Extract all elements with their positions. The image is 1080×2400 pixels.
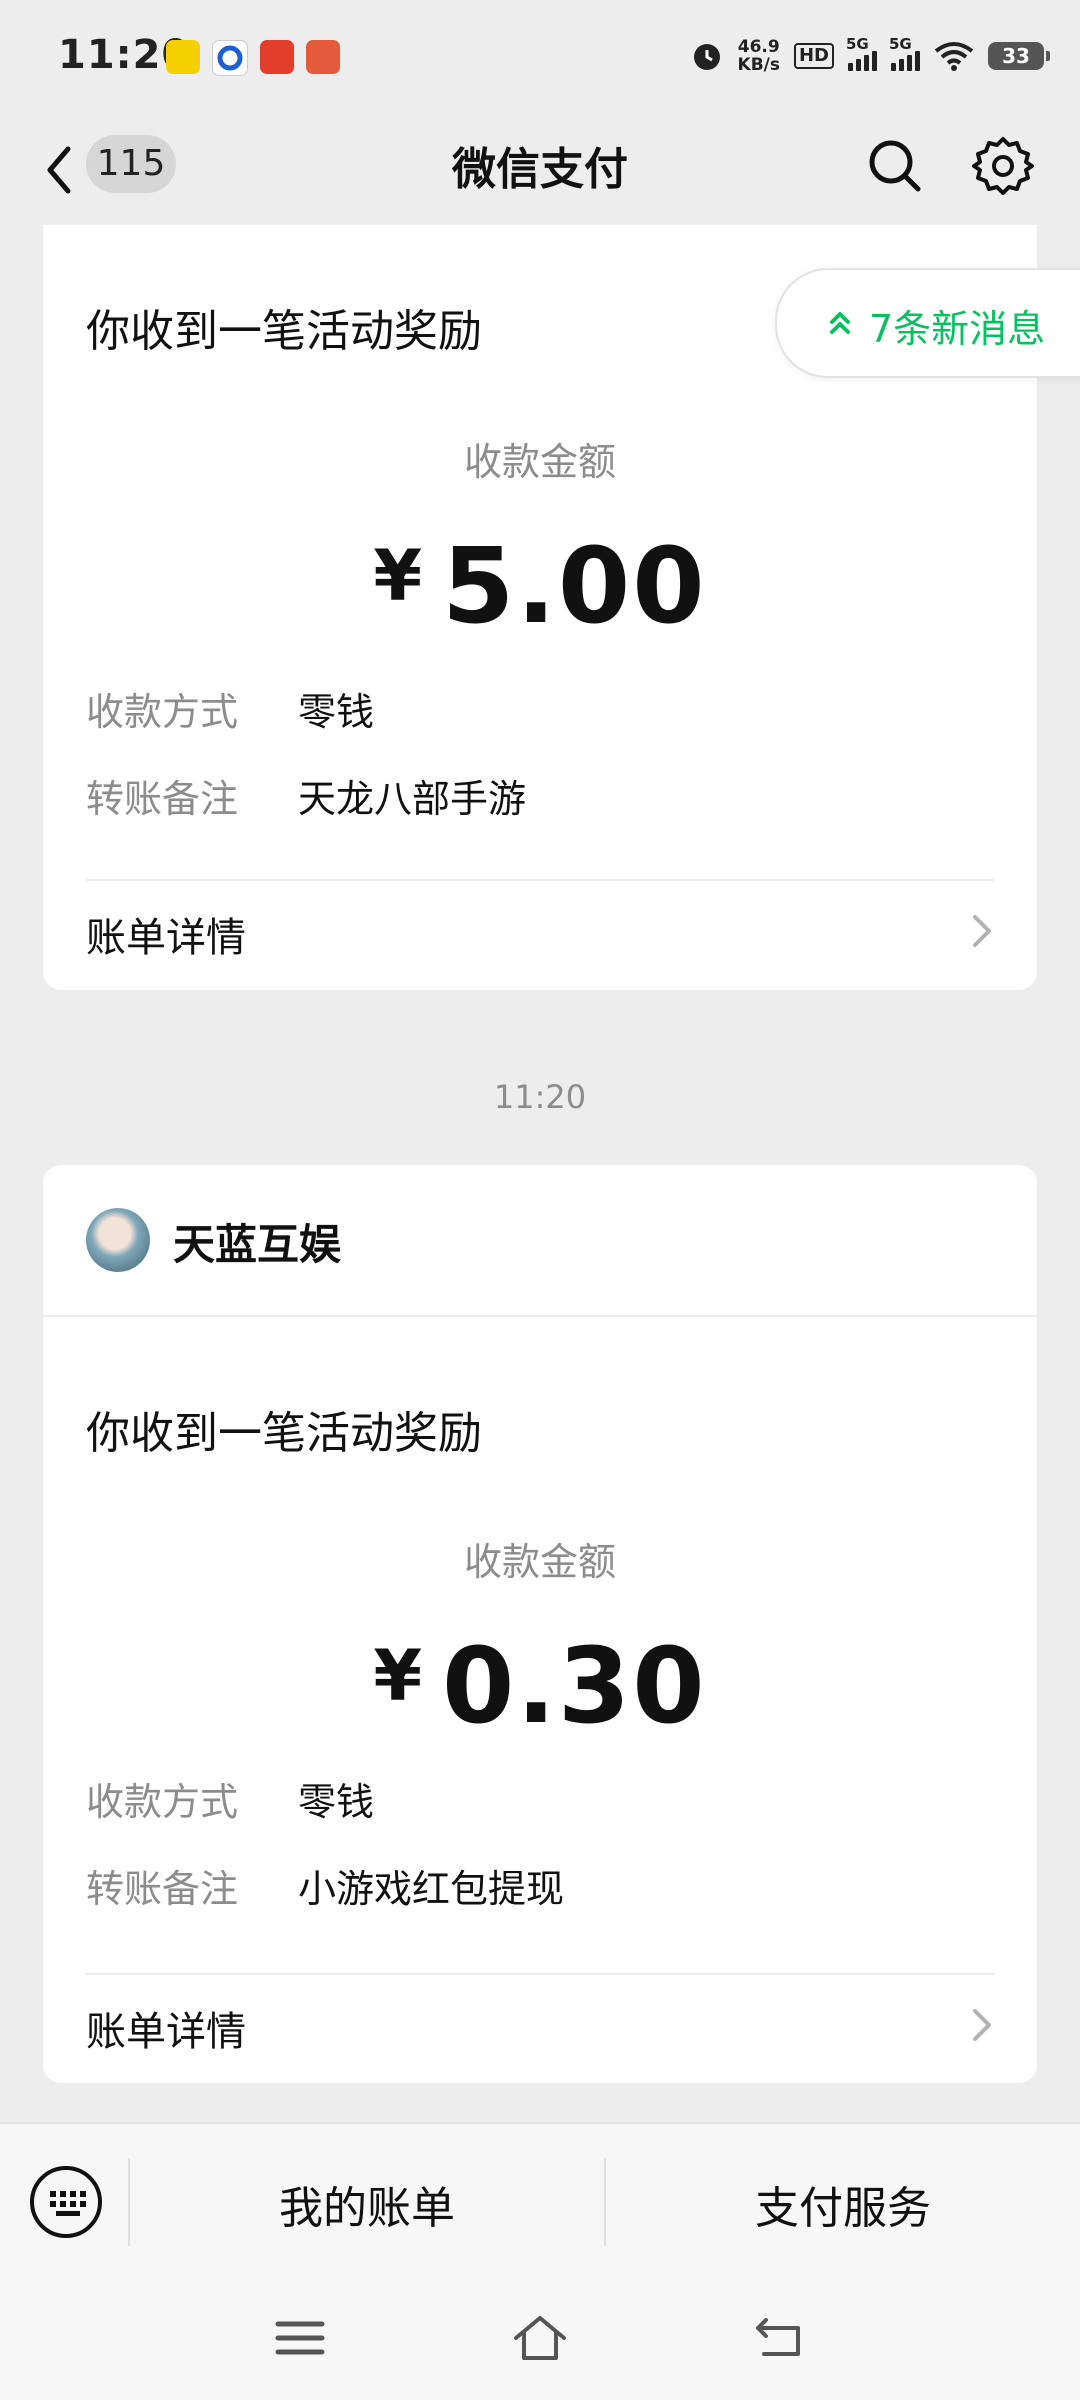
- app-notification-icon: [166, 40, 200, 74]
- search-icon: [869, 140, 921, 192]
- new-messages-label: 7条新消息: [869, 307, 1046, 351]
- gear-icon: [972, 137, 1034, 195]
- battery-icon: 33: [988, 42, 1050, 70]
- card-heading: 你收到一笔活动奖励: [86, 306, 482, 357]
- sender-avatar: [86, 1208, 150, 1272]
- transfer-note-value: 小游戏红包提现: [298, 1867, 565, 1911]
- payment-method-value: 零钱: [298, 1780, 375, 1824]
- signal-label: 5G: [846, 35, 869, 53]
- payment-method-key: 收款方式: [86, 690, 239, 734]
- status-indicators: 46.9 KB/s HD 5G 5G 33: [690, 35, 1050, 74]
- app-notification-icon: [260, 40, 294, 74]
- signal-icon: 5G: [889, 35, 920, 71]
- transfer-note-key: 转账备注: [86, 777, 239, 821]
- amount-label: 收款金额: [463, 1540, 616, 1584]
- home-icon: [514, 2316, 566, 2360]
- message-timestamp: 11:20: [493, 1078, 587, 1116]
- transfer-note-key: 转账备注: [86, 1867, 239, 1911]
- bill-details-link[interactable]: 账单详情: [43, 881, 1037, 981]
- transfer-note-row: 转账备注 小游戏红包提现: [86, 1858, 564, 1913]
- alarm-icon: [693, 44, 720, 70]
- app-notification-icon: [212, 40, 248, 76]
- chevron-right-icon: [973, 915, 991, 947]
- transfer-note-row: 转账备注 天龙八部手游: [86, 768, 526, 823]
- amount-label: 收款金额: [463, 440, 616, 484]
- payment-method-row: 收款方式 零钱: [86, 681, 374, 736]
- app-notification-icon: [306, 40, 340, 74]
- my-bills-button[interactable]: 我的账单: [130, 2172, 604, 2236]
- return-icon: [756, 2318, 800, 2356]
- notification-app-icons: [166, 40, 340, 76]
- back-nav-button[interactable]: [750, 2308, 810, 2368]
- title-bar: 115 微信支付: [0, 115, 1080, 225]
- bill-details-label: 账单详情: [86, 915, 246, 961]
- menu-button[interactable]: [270, 2308, 330, 2368]
- signal-icon: 5G: [846, 35, 877, 71]
- keyboard-toggle-button[interactable]: [28, 2164, 104, 2240]
- sender-name: 天蓝互娱: [173, 1220, 342, 1269]
- net-speed-value: 46.9: [737, 37, 780, 57]
- payment-services-button[interactable]: 支付服务: [606, 2172, 1080, 2236]
- currency-symbol: ¥: [373, 1635, 425, 1717]
- status-bar: 11:20 46.9 KB/s HD 5G 5G 33: [0, 0, 1080, 115]
- bottom-menu-bar: 我的账单 支付服务: [0, 2122, 1080, 2280]
- amount-value: ¥0.30: [43, 1625, 1037, 1747]
- new-messages-button[interactable]: 7条新消息: [775, 268, 1080, 378]
- home-button[interactable]: [510, 2308, 570, 2368]
- payment-method-value: 零钱: [298, 690, 375, 734]
- amount-value: ¥5.00: [43, 525, 1037, 647]
- system-navigation-bar: [0, 2278, 1080, 2400]
- card-heading: 你收到一笔活动奖励: [86, 1408, 482, 1459]
- bill-details-link[interactable]: 账单详情: [43, 1975, 1037, 2075]
- wifi-icon: [934, 42, 974, 71]
- chevron-right-icon: [973, 2009, 991, 2041]
- double-chevron-up-icon: [830, 312, 850, 334]
- payment-method-key: 收款方式: [86, 1780, 239, 1824]
- net-speed-unit: KB/s: [737, 55, 780, 75]
- currency-symbol: ¥: [373, 535, 425, 617]
- amount-number: 0.30: [442, 1625, 707, 1747]
- sender-row[interactable]: 天蓝互娱: [43, 1165, 1037, 1317]
- search-button[interactable]: [862, 133, 928, 199]
- hd-icon: HD: [793, 43, 834, 69]
- amount-number: 5.00: [442, 525, 707, 647]
- menu-icon: [275, 2321, 325, 2355]
- payment-method-row: 收款方式 零钱: [86, 1771, 374, 1826]
- transfer-note-value: 天龙八部手游: [298, 777, 527, 821]
- settings-button[interactable]: [970, 133, 1036, 199]
- payment-card[interactable]: 天蓝互娱 你收到一笔活动奖励 收款金额 ¥0.30 收款方式 零钱 转账备注 小游戏…: [43, 1165, 1037, 2083]
- signal-label: 5G: [889, 35, 912, 53]
- keyboard-icon: [30, 2166, 102, 2238]
- net-speed: 46.9 KB/s: [738, 38, 780, 74]
- bill-details-label: 账单详情: [86, 2009, 246, 2055]
